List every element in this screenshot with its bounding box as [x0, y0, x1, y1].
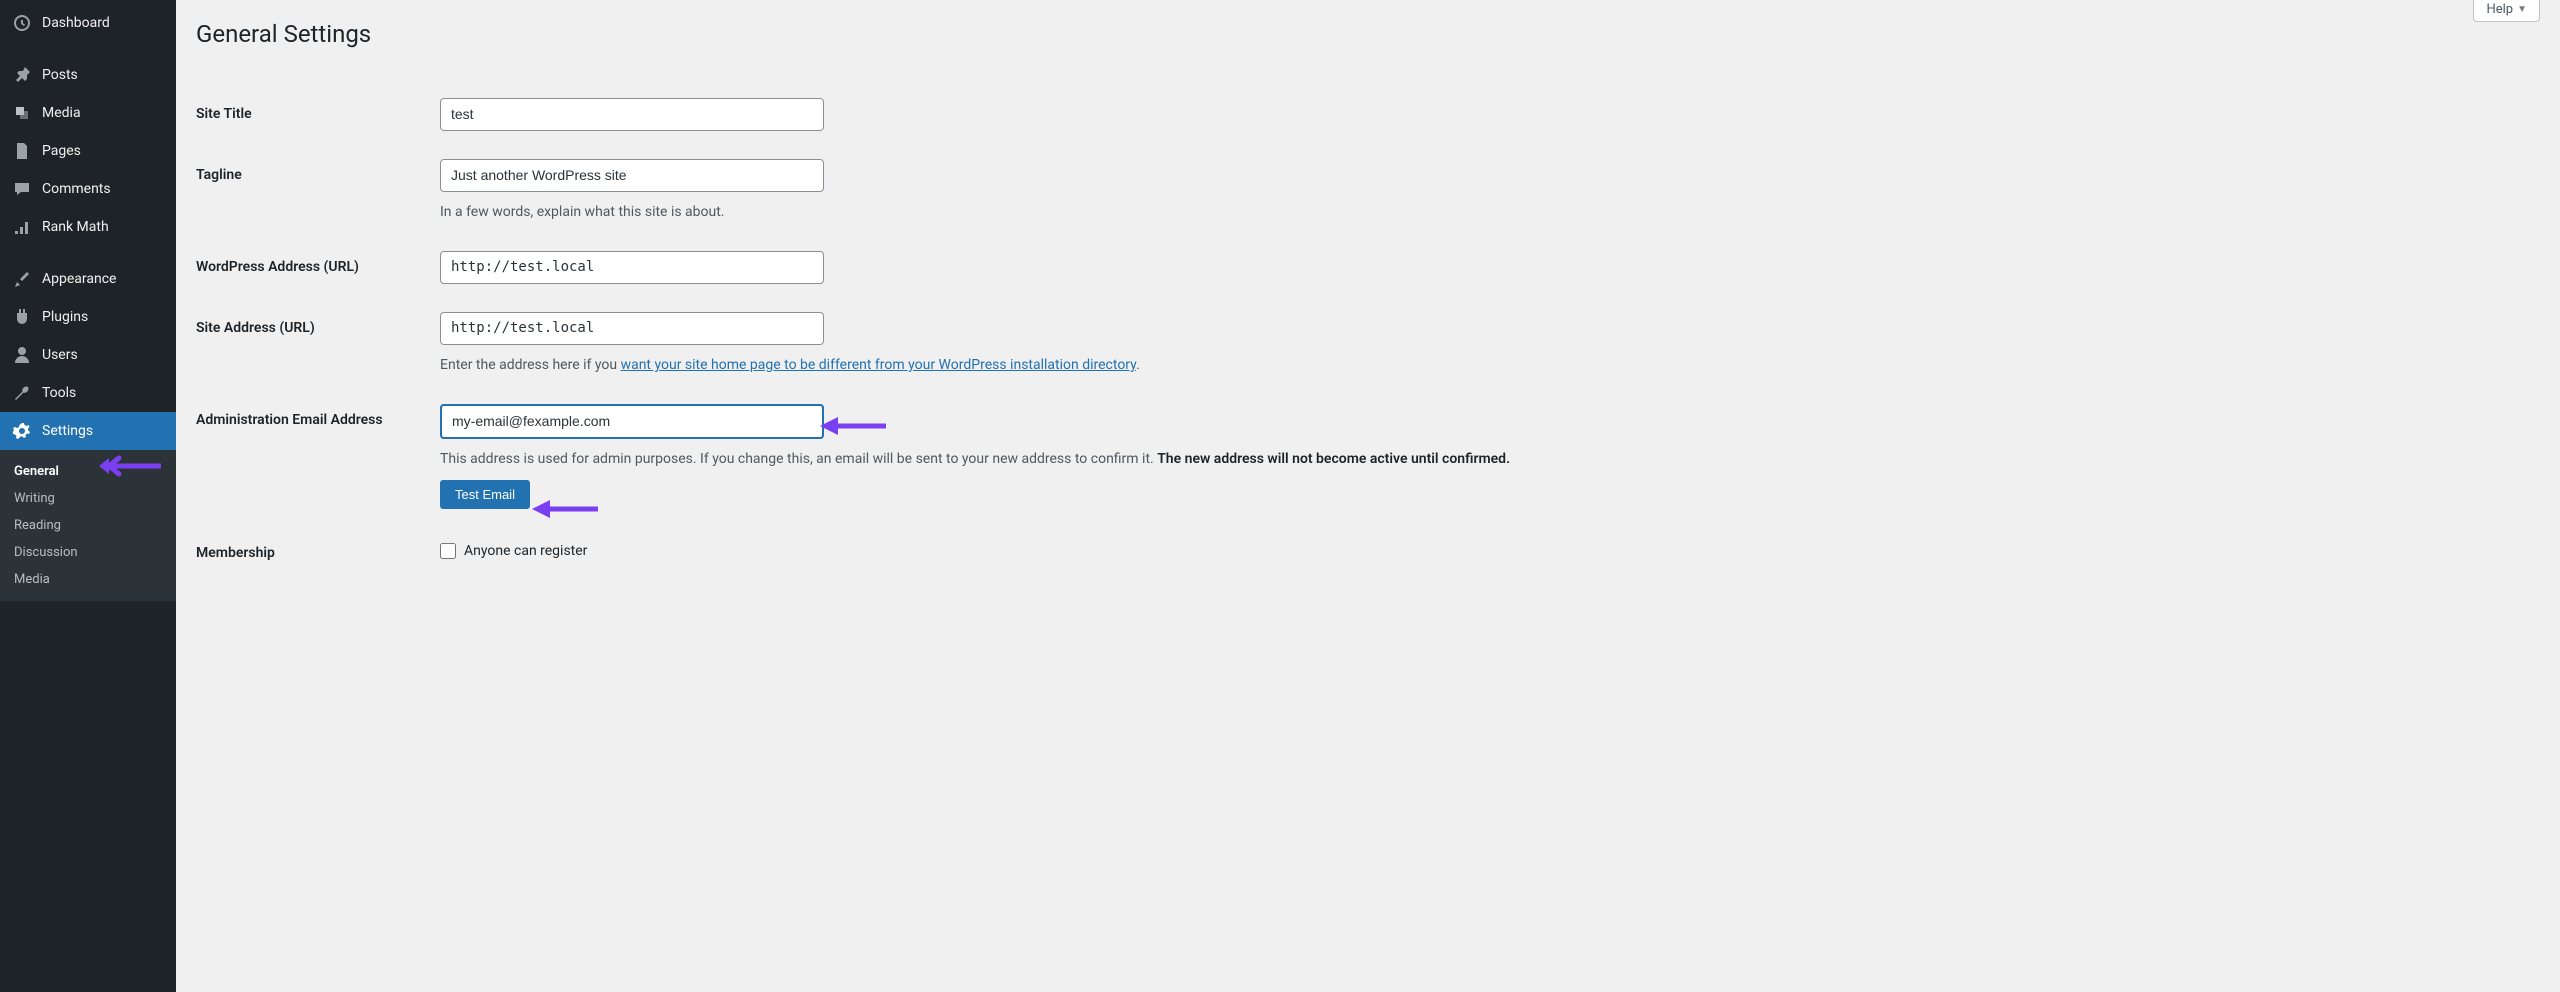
comments-icon	[12, 179, 32, 199]
sidebar-item-label: Posts	[42, 67, 78, 83]
anyone-can-register-label: Anyone can register	[464, 543, 587, 559]
chevron-down-icon: ▼	[2517, 4, 2527, 15]
sidebar-item-media[interactable]: Media	[0, 94, 176, 132]
settings-icon	[12, 421, 32, 441]
settings-submenu: General Writing Reading Discussion Media	[0, 450, 176, 601]
admin-email-description: This address is used for admin purposes.…	[440, 449, 1560, 470]
sidebar-item-label: Media	[42, 105, 81, 121]
sidebar-item-label: Users	[42, 347, 78, 363]
tagline-description: In a few words, explain what this site i…	[440, 202, 1560, 223]
site-title-input[interactable]	[440, 98, 824, 131]
sidebar-item-label: Plugins	[42, 309, 88, 325]
site-address-label: Site Address (URL)	[196, 312, 440, 336]
sidebar-item-label: Dashboard	[42, 15, 110, 31]
site-title-label: Site Title	[196, 98, 440, 122]
sidebar-item-dashboard[interactable]: Dashboard	[0, 4, 176, 42]
sidebar-item-label: Comments	[42, 181, 111, 197]
sidebar-item-label: Settings	[42, 423, 93, 439]
site-address-description: Enter the address here if you want your …	[440, 355, 1560, 376]
sidebar-item-pages[interactable]: Pages	[0, 132, 176, 170]
plugin-icon	[12, 307, 32, 327]
sidebar-item-label: Rank Math	[42, 219, 109, 235]
brush-icon	[12, 269, 32, 289]
pin-icon	[12, 65, 32, 85]
sidebar-item-plugins[interactable]: Plugins	[0, 298, 176, 336]
pages-icon	[12, 141, 32, 161]
wp-address-input[interactable]	[440, 251, 824, 284]
sidebar-item-tools[interactable]: Tools	[0, 374, 176, 412]
sidebar-item-label: Appearance	[42, 271, 116, 287]
submenu-item-discussion[interactable]: Discussion	[0, 539, 176, 566]
tagline-label: Tagline	[196, 159, 440, 183]
wp-address-label: WordPress Address (URL)	[196, 251, 440, 275]
media-icon	[12, 103, 32, 123]
submenu-item-reading[interactable]: Reading	[0, 512, 176, 539]
dashboard-icon	[12, 13, 32, 33]
sidebar-item-settings[interactable]: Settings	[0, 412, 176, 450]
submenu-item-general[interactable]: General	[0, 458, 176, 485]
submenu-item-writing[interactable]: Writing	[0, 485, 176, 512]
sidebar-item-label: Pages	[42, 143, 81, 159]
anyone-can-register-checkbox[interactable]	[440, 543, 456, 559]
sidebar-item-appearance[interactable]: Appearance	[0, 260, 176, 298]
chart-icon	[12, 217, 32, 237]
sidebar-item-users[interactable]: Users	[0, 336, 176, 374]
tagline-input[interactable]	[440, 159, 824, 192]
sidebar-item-posts[interactable]: Posts	[0, 56, 176, 94]
admin-sidebar: Dashboard Posts Media Pages Comments Ran…	[0, 0, 176, 992]
admin-email-label: Administration Email Address	[196, 404, 440, 428]
sidebar-item-label: Tools	[42, 385, 76, 401]
help-tab[interactable]: Help ▼	[2473, 0, 2540, 22]
site-address-input[interactable]	[440, 312, 824, 345]
sidebar-item-comments[interactable]: Comments	[0, 170, 176, 208]
test-email-button[interactable]: Test Email	[440, 480, 530, 509]
site-address-help-link[interactable]: want your site home page to be different…	[621, 357, 1137, 373]
sidebar-item-rankmath[interactable]: Rank Math	[0, 208, 176, 246]
submenu-item-media[interactable]: Media	[0, 566, 176, 593]
settings-form: Site Title Tagline In a few words, expla…	[196, 68, 2540, 561]
membership-label: Membership	[196, 537, 440, 561]
user-icon	[12, 345, 32, 365]
wrench-icon	[12, 383, 32, 403]
main-content: Help ▼ General Settings Site Title Tagli…	[176, 0, 2560, 992]
admin-email-input[interactable]	[440, 404, 824, 439]
page-title: General Settings	[196, 10, 2540, 68]
